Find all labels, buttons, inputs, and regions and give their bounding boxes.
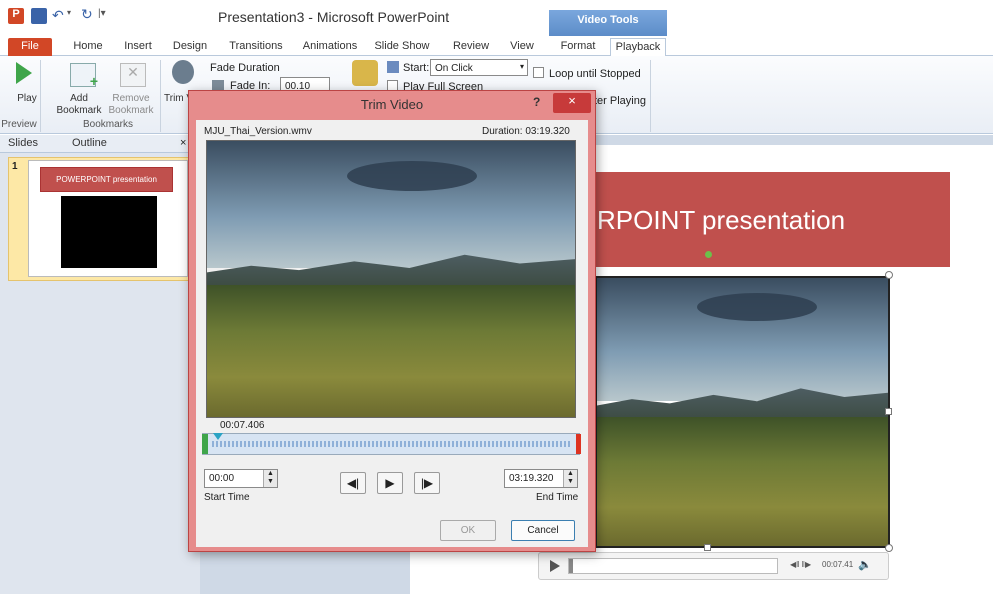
start-icon (387, 61, 399, 73)
loop-until-stopped-label: Loop until Stopped (549, 68, 641, 80)
end-time-spinner-icon[interactable]: ▲ ▼ (563, 470, 577, 487)
play-button[interactable]: Play (12, 93, 42, 105)
tab-view[interactable]: View (505, 38, 539, 56)
group-label-preview: Preview (1, 119, 37, 130)
start-select[interactable]: On Click ▾ (430, 59, 528, 76)
player-volume-icon[interactable]: 🔈 (858, 558, 872, 571)
play-icon: ▶ (385, 476, 395, 490)
next-frame-button[interactable]: |▶ (414, 472, 440, 494)
previous-frame-icon: ◀| (346, 476, 360, 490)
remove-bookmark-button[interactable]: Remove Bookmark (104, 93, 158, 117)
powerpoint-logo-icon[interactable]: P (8, 8, 24, 24)
close-icon[interactable]: × (553, 93, 591, 113)
start-time-field[interactable]: 00:00 ▲ ▼ (204, 469, 278, 488)
tab-design[interactable]: Design (170, 38, 210, 56)
tab-slide-show[interactable]: Slide Show (372, 38, 432, 56)
tab-review[interactable]: Review (449, 38, 493, 56)
save-icon[interactable] (31, 8, 47, 24)
resize-handle[interactable] (885, 271, 893, 279)
start-time-value: 00:00 (209, 473, 235, 484)
rewind-after-playing-label: ter Playing (594, 95, 646, 107)
add-bookmark-icon[interactable]: + (70, 63, 98, 89)
tab-outline[interactable]: Outline (72, 137, 107, 149)
repeat-icon[interactable]: ↻ (81, 6, 93, 23)
tab-home[interactable]: Home (68, 38, 108, 56)
fade-duration-label: Fade Duration (210, 62, 280, 74)
play-icon[interactable] (16, 62, 32, 84)
video-field (597, 417, 888, 546)
close-pane-icon[interactable]: × (180, 137, 186, 149)
cancel-button[interactable]: Cancel (511, 520, 575, 541)
tab-slides[interactable]: Slides (8, 137, 38, 149)
slide-title: RPOINT presentation (597, 205, 846, 235)
resize-handle[interactable] (885, 544, 893, 552)
trim-video-preview (206, 140, 576, 418)
chevron-down-icon: ▾ (519, 62, 524, 71)
previous-frame-button[interactable]: ◀| (340, 472, 366, 494)
thumbnail-title: POWERPOINT presentation (40, 167, 173, 192)
resize-handle[interactable] (885, 408, 892, 415)
video-sky (207, 141, 575, 268)
player-time: 00:07.41 (822, 560, 854, 569)
undo-icon[interactable]: ↶ (52, 7, 64, 24)
ribbon-separator (650, 60, 651, 132)
thumbnail-video (61, 196, 157, 268)
loop-until-stopped-checkbox[interactable] (533, 67, 544, 78)
trim-video-icon[interactable] (172, 60, 194, 84)
title-bar (0, 0, 993, 36)
ribbon-separator (40, 60, 41, 132)
player-play-icon[interactable] (550, 560, 560, 572)
play-preview-button[interactable]: ▶ (377, 472, 403, 494)
tab-animations[interactable]: Animations (299, 38, 361, 56)
ok-button[interactable]: OK (440, 520, 496, 541)
video-cloud (347, 161, 477, 191)
playhead-marker[interactable] (213, 433, 223, 440)
tab-file[interactable]: File (8, 38, 52, 56)
group-label-bookmarks: Bookmarks (82, 119, 133, 130)
video-tools-context-header: Video Tools (549, 10, 667, 36)
end-time-field[interactable]: 03:19.320 ▲ ▼ (504, 469, 578, 488)
trim-video-button[interactable]: Trim Video (164, 93, 188, 105)
player-progress-track[interactable] (568, 558, 778, 574)
audio-waveform (212, 441, 572, 447)
start-select-value: On Click (435, 63, 473, 74)
tab-format[interactable]: Format (553, 38, 603, 56)
tab-transitions[interactable]: Transitions (225, 38, 287, 56)
slide-number: 1 (12, 161, 18, 172)
player-progress-fill (569, 559, 574, 573)
next-frame-icon: |▶ (420, 476, 434, 490)
resize-handle[interactable] (704, 544, 711, 551)
add-bookmark-button[interactable]: Add Bookmark (55, 93, 103, 117)
current-time: 00:07.406 (220, 420, 265, 431)
undo-dropdown-icon[interactable]: ▾ (67, 8, 71, 17)
remove-bookmark-icon[interactable]: ✕ (120, 63, 146, 87)
customize-qat-icon[interactable]: |▾ (98, 8, 106, 19)
slide-video-frame[interactable] (595, 276, 890, 548)
tab-insert[interactable]: Insert (118, 38, 158, 56)
end-time-value: 03:19.320 (509, 473, 554, 484)
video-field (207, 284, 575, 417)
window-title: Presentation3 - Microsoft PowerPoint (218, 9, 450, 25)
video-cloud (697, 293, 817, 321)
volume-icon[interactable] (352, 60, 378, 86)
start-time-spinner-icon[interactable]: ▲ ▼ (263, 470, 277, 487)
start-trim-handle[interactable] (202, 434, 208, 454)
start-time-label: Start Time (204, 492, 250, 503)
start-label: Start: (403, 62, 430, 74)
ribbon-separator (160, 60, 161, 132)
player-step-icons[interactable]: ◀‖ ‖▶ (790, 560, 811, 569)
file-name: MJU_Thai_Version.wmv (204, 126, 312, 137)
duration-text: Duration: 03:19.320 (482, 126, 570, 137)
end-trim-handle[interactable] (576, 434, 581, 454)
rotation-handle[interactable] (705, 251, 712, 258)
help-icon[interactable]: ? (533, 95, 540, 109)
end-time-label: End Time (536, 492, 579, 503)
tab-playback[interactable]: Playback (610, 38, 666, 56)
